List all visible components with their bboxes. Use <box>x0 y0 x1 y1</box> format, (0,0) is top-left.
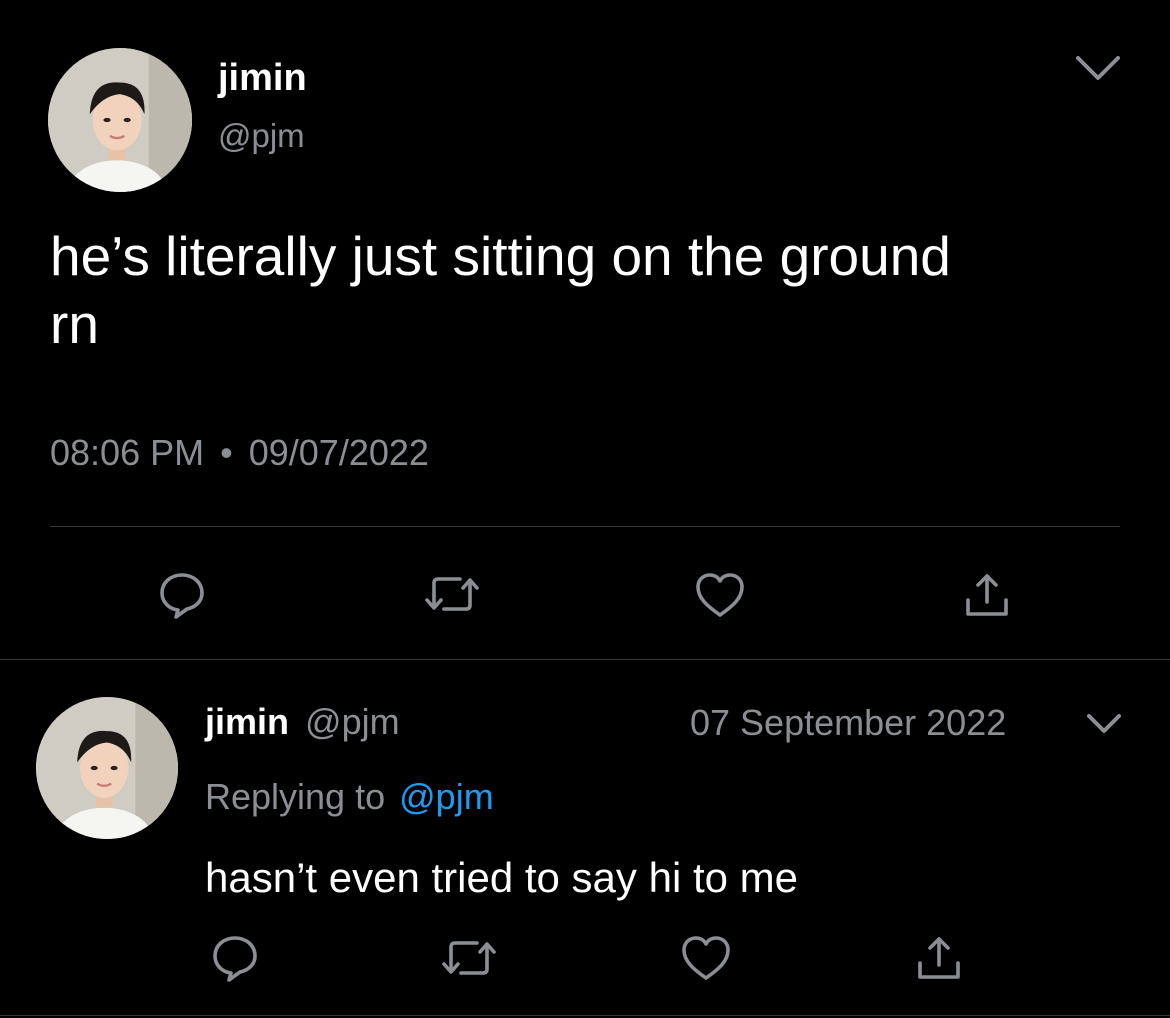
tweet-text: he’s literally just sitting on the groun… <box>50 222 1130 358</box>
tweet-text-line: rn <box>50 293 99 355</box>
reply-header: jimin @pjm <box>205 700 400 744</box>
tweet-date: 09/07/2022 <box>248 432 429 473</box>
divider <box>50 526 1120 527</box>
profile-photo <box>36 697 178 839</box>
replying-to-handle[interactable]: @pjm <box>399 776 494 817</box>
display-name[interactable]: jimin <box>218 56 307 100</box>
display-name[interactable]: jimin <box>205 701 289 742</box>
chevron-down-icon[interactable] <box>1074 54 1122 84</box>
profile-photo <box>48 48 192 192</box>
chevron-down-icon[interactable] <box>1084 711 1124 737</box>
replying-to: Replying to @pjm <box>205 775 494 819</box>
reply-icon[interactable] <box>156 568 208 620</box>
share-icon[interactable] <box>962 570 1012 620</box>
divider <box>0 1015 1170 1016</box>
divider <box>0 659 1170 660</box>
like-icon[interactable] <box>693 570 747 620</box>
reply-date[interactable]: 07 September 2022 <box>690 701 1006 745</box>
user-handle[interactable]: @pjm <box>218 116 305 156</box>
timestamp-separator: • <box>220 432 233 473</box>
retweet-icon[interactable] <box>441 935 497 981</box>
user-handle[interactable]: @pjm <box>305 701 400 742</box>
avatar[interactable] <box>48 48 192 192</box>
avatar[interactable] <box>36 697 178 839</box>
share-icon[interactable] <box>914 933 964 983</box>
tweet-timestamp[interactable]: 08:06 PM • 09/07/2022 <box>50 432 429 474</box>
tweet-text-line: he’s literally just sitting on the groun… <box>50 225 951 287</box>
retweet-icon[interactable] <box>424 571 480 617</box>
reply-icon[interactable] <box>209 931 261 983</box>
replying-to-label: Replying to <box>205 776 386 817</box>
reply-text: hasn’t even tried to say hi to me <box>205 854 798 901</box>
tweet-time: 08:06 PM <box>50 432 205 473</box>
like-icon[interactable] <box>679 933 733 983</box>
